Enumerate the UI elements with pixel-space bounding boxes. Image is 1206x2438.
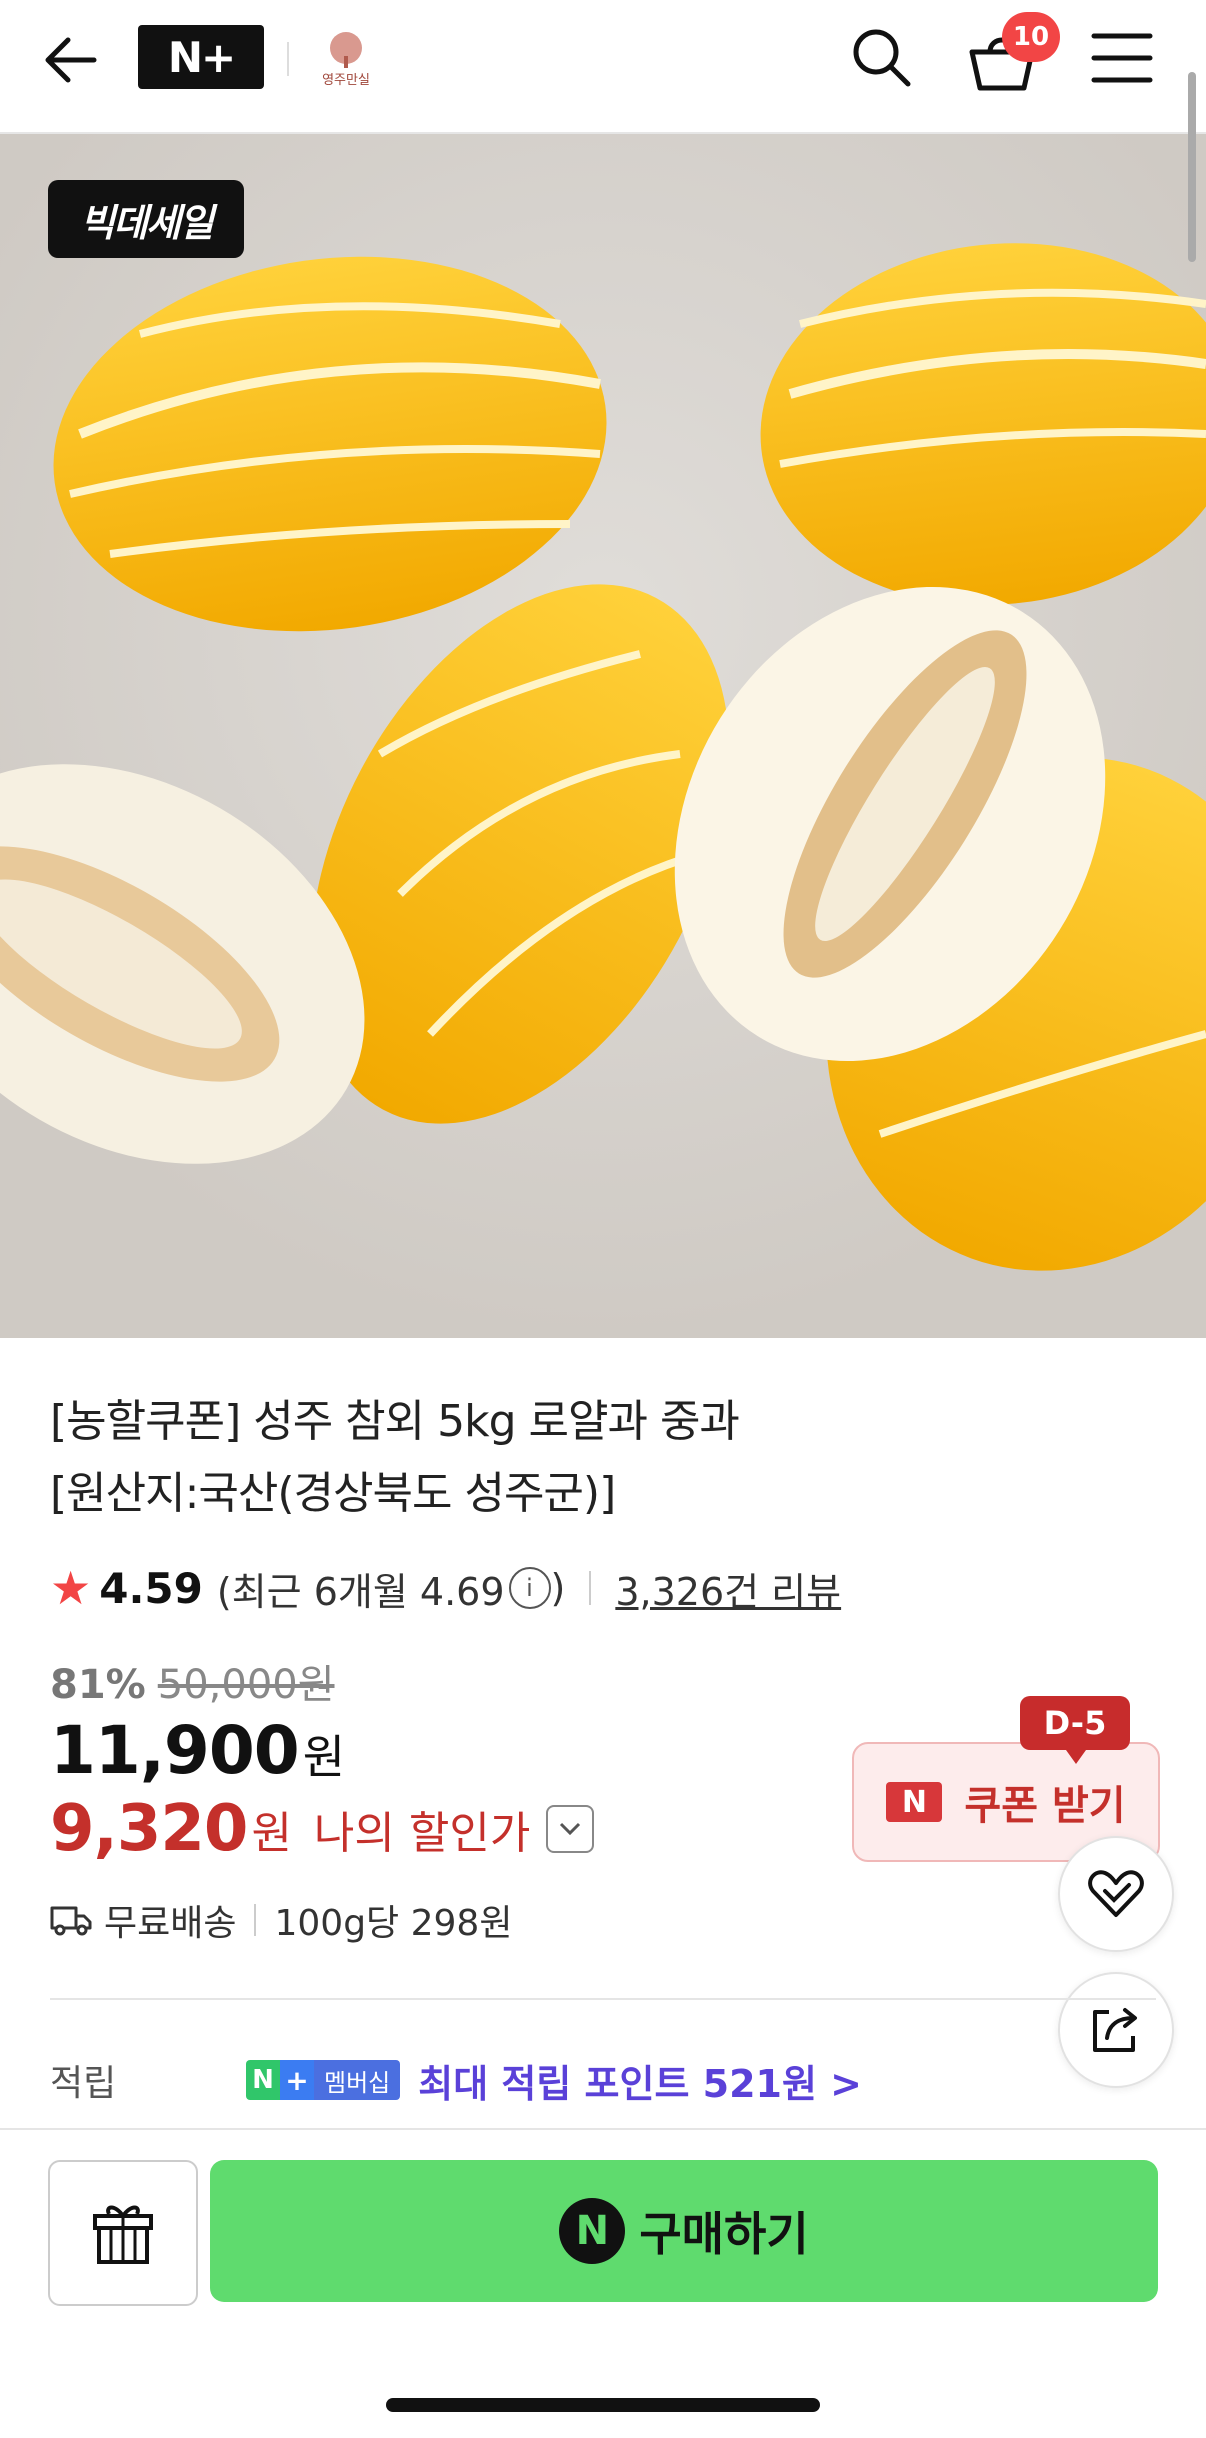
rating-recent: (최근 6개월 4.69: [216, 1569, 505, 1614]
my-price-label: 나의 할인가: [313, 1808, 531, 1859]
shipping-label: 무료배송: [104, 1903, 237, 1944]
product-image[interactable]: [0, 134, 1206, 1338]
rating-recent-close: ): [550, 1566, 566, 1610]
unit-price: 100g당 298원: [274, 1903, 513, 1944]
back-arrow-icon[interactable]: [40, 30, 104, 90]
sale-badge: 빅데세일: [48, 180, 244, 258]
rating-row: ★ 4.59 (최근 6개월 4.69 i ) 3,326건 리뷰: [50, 1561, 841, 1616]
product-title-line2: [원산지:국산(경상북도 성주군)]: [50, 1468, 616, 1519]
points-label: 적립: [50, 2063, 117, 2104]
my-price-row[interactable]: 9,320 원 나의 할인가: [50, 1792, 595, 1866]
header-divider: [287, 42, 289, 76]
coupon-button-label: 쿠폰 받기: [964, 1783, 1126, 1829]
scrollbar-thumb[interactable]: [1188, 72, 1196, 262]
shipping-row: 무료배송 100g당 298원: [50, 1892, 512, 1948]
review-count-link[interactable]: 3,326건 리뷰: [615, 1561, 841, 1616]
naver-n-icon: N: [886, 1782, 943, 1822]
max-points-text[interactable]: 최대 적립 포인트 521원 >: [418, 2053, 862, 2108]
info-icon[interactable]: i: [508, 1567, 551, 1609]
naver-pay-n-icon: N: [559, 2198, 626, 2264]
chevron-down-icon[interactable]: [546, 1805, 595, 1853]
sale-price-unit: 원: [302, 1730, 345, 1784]
home-indicator[interactable]: [386, 2398, 820, 2412]
points-row[interactable]: 적립 N + 멤버십 최대 적립 포인트 521원 >: [50, 2052, 862, 2108]
buy-button[interactable]: N 구매하기: [210, 2160, 1158, 2302]
star-icon: ★: [50, 1561, 92, 1615]
original-price: 50,000원: [157, 1662, 335, 1708]
gift-icon: [93, 2205, 153, 2264]
my-price-value: 9,320: [50, 1792, 248, 1866]
cart-count-badge: 10: [1002, 12, 1060, 62]
separator: [254, 1904, 257, 1936]
wishlist-button[interactable]: [1058, 1836, 1174, 1952]
separator: [589, 1571, 592, 1605]
dday-badge: D-5: [1020, 1696, 1130, 1764]
search-icon[interactable]: [848, 24, 914, 90]
rating-score: 4.59: [99, 1563, 203, 1613]
sale-price-value: 11,900: [50, 1712, 300, 1789]
section-divider: [50, 1998, 1156, 2000]
my-price-unit: 원: [251, 1808, 292, 1859]
sale-price: 11,900원: [50, 1712, 345, 1789]
discount-percent: 81%: [50, 1662, 146, 1708]
truck-icon: [50, 1904, 92, 1936]
menu-icon[interactable]: [1090, 30, 1154, 86]
svg-text:영주만실: 영주만실: [322, 73, 370, 88]
product-title-line1: [농할쿠폰] 성주 참외 5kg 로얄과 중과: [50, 1396, 740, 1447]
share-button[interactable]: [1058, 1972, 1174, 2088]
buy-button-label: 구매하기: [639, 2207, 809, 2261]
brand-logo[interactable]: 영주만실: [316, 26, 376, 90]
naver-plus-logo[interactable]: N+: [138, 25, 264, 89]
gift-button[interactable]: [48, 2160, 198, 2306]
naver-plus-membership-chip: N + 멤버십: [246, 2060, 401, 2100]
discount-row: 81% 50,000원: [50, 1652, 335, 1710]
product-title: [농할쿠폰] 성주 참외 5kg 로얄과 중과 [원산지:국산(경상북도 성주군…: [50, 1386, 1090, 1530]
